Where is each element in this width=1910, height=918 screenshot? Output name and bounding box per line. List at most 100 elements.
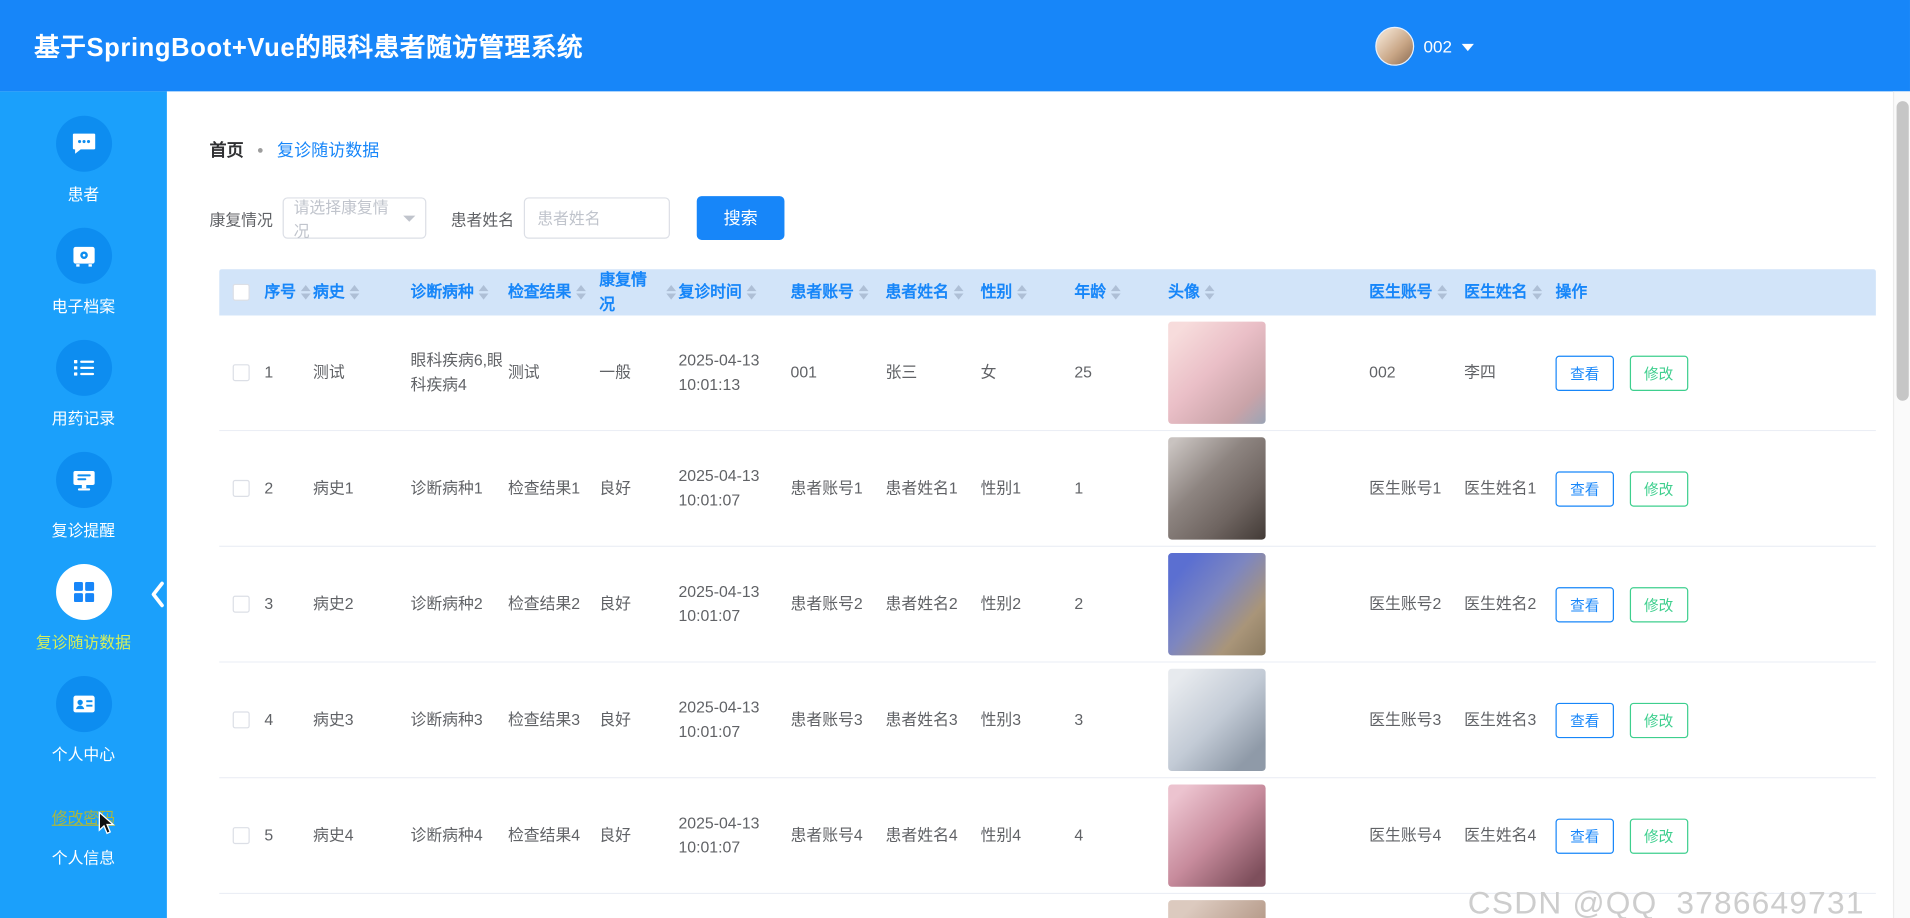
cell-recovery: 良好 <box>597 592 676 617</box>
sort-icon[interactable] <box>747 285 757 300</box>
cell-doctor-name: 医生姓名3 <box>1462 708 1553 733</box>
row-checkbox[interactable] <box>232 364 249 381</box>
col-age[interactable]: 年龄 <box>1072 280 1166 305</box>
col-result[interactable]: 检查结果 <box>506 280 597 305</box>
user-menu[interactable]: 002 <box>1375 26 1474 65</box>
sidebar-item-followup-data[interactable]: 复诊随访数据 <box>0 564 167 653</box>
cell-doctor-name: 医生姓名1 <box>1462 476 1553 501</box>
col-gender[interactable]: 性别 <box>978 280 1072 305</box>
breadcrumb-separator: ● <box>257 144 264 156</box>
user-avatar[interactable] <box>1375 26 1414 65</box>
col-avatar[interactable]: 头像 <box>1166 280 1367 305</box>
sort-icon[interactable] <box>1437 285 1447 300</box>
col-disease[interactable]: 诊断病种 <box>408 280 505 305</box>
row-checkbox[interactable] <box>232 480 249 497</box>
sidebar-item-medication[interactable]: 用药记录 <box>0 340 167 429</box>
patient-avatar <box>1168 669 1265 771</box>
patient-name-input[interactable] <box>524 197 670 238</box>
table-row: 3 病史2 诊断病种2 检查结果2 良好 2025-04-13 10:01:07… <box>219 547 1876 663</box>
view-button[interactable]: 查看 <box>1556 471 1614 506</box>
search-button[interactable]: 搜索 <box>697 196 785 240</box>
cell-patient-account: 患者账号3 <box>788 708 883 733</box>
cell-doctor-account: 医生账号2 <box>1367 592 1462 617</box>
chat-icon <box>55 116 111 172</box>
cell-seq: 1 <box>262 360 311 385</box>
cell-time: 2025-04-13 10:01:07 <box>676 464 788 513</box>
sort-icon[interactable] <box>350 285 360 300</box>
col-history[interactable]: 病史 <box>311 280 408 305</box>
col-patient-name[interactable]: 患者姓名 <box>883 280 978 305</box>
app-title: 基于SpringBoot+Vue的眼科患者随访管理系统 <box>34 27 583 64</box>
edit-button[interactable]: 修改 <box>1629 702 1687 737</box>
cell-doctor-name: 李四 <box>1462 360 1553 385</box>
col-recovery[interactable]: 康复情况 <box>597 268 676 317</box>
edit-button[interactable]: 修改 <box>1629 355 1687 390</box>
row-checkbox[interactable] <box>232 596 249 613</box>
cell-time: 2025-04-13 10:01:07 <box>676 811 788 860</box>
view-button[interactable]: 查看 <box>1556 355 1614 390</box>
edit-button[interactable]: 修改 <box>1629 818 1687 853</box>
sort-icon[interactable] <box>859 285 869 300</box>
breadcrumb-current[interactable]: 复诊随访数据 <box>277 138 379 162</box>
list-icon <box>55 340 111 396</box>
sort-icon[interactable] <box>954 285 964 300</box>
cell-age: 2 <box>1072 592 1166 617</box>
sidebar-item-earchive[interactable]: 电子档案 <box>0 228 167 317</box>
cell-recovery: 一般 <box>597 360 676 385</box>
sort-icon[interactable] <box>1111 285 1121 300</box>
sort-icon[interactable] <box>1532 285 1542 300</box>
patient-avatar <box>1168 322 1265 424</box>
sort-icon[interactable] <box>666 285 676 300</box>
cell-disease: 诊断病种3 <box>408 708 505 733</box>
sidebar-item-label: 复诊随访数据 <box>36 630 131 653</box>
cell-result: 检查结果3 <box>506 708 597 733</box>
select-all-checkbox[interactable] <box>232 284 249 301</box>
cell-disease: 诊断病种1 <box>408 476 505 501</box>
view-button[interactable]: 查看 <box>1556 587 1614 622</box>
cell-history: 病史3 <box>311 708 408 733</box>
cell-patient-account: 001 <box>788 360 883 385</box>
cell-history: 病史2 <box>311 592 408 617</box>
sidebar-item-reminder[interactable]: 复诊提醒 <box>0 452 167 541</box>
monitor-icon <box>55 452 111 508</box>
cell-gender: 性别4 <box>978 823 1072 848</box>
col-doctor-name[interactable]: 医生姓名 <box>1462 280 1553 305</box>
view-button[interactable]: 查看 <box>1556 702 1614 737</box>
edit-button[interactable]: 修改 <box>1629 587 1687 622</box>
sort-icon[interactable] <box>576 285 586 300</box>
row-checkbox[interactable] <box>232 827 249 844</box>
col-seq[interactable]: 序号 <box>262 280 311 305</box>
cell-gender: 性别1 <box>978 476 1072 501</box>
cell-recovery: 良好 <box>597 823 676 848</box>
col-time[interactable]: 复诊时间 <box>676 280 788 305</box>
edit-button[interactable]: 修改 <box>1629 471 1687 506</box>
sidebar-item-patient[interactable]: 患者 <box>0 116 167 205</box>
recovery-select-placeholder: 请选择康复情况 <box>294 195 404 241</box>
recovery-select[interactable]: 请选择康复情况 <box>283 197 427 238</box>
sidebar-item-label: 用药记录 <box>52 406 115 429</box>
sidebar: 患者 电子档案 用药记录 复诊提醒 复诊随访数据 <box>0 91 167 918</box>
cell-history: 病史1 <box>311 476 408 501</box>
main-content: 首页 ● 复诊随访数据 康复情况 请选择康复情况 患者姓名 搜索 序号 病史 诊… <box>167 91 1893 918</box>
sidebar-item-personal-center[interactable]: 个人中心 <box>0 676 167 765</box>
cell-disease: 诊断病种4 <box>408 823 505 848</box>
col-doctor-account[interactable]: 医生账号 <box>1367 280 1462 305</box>
sidebar-link-personal-info[interactable]: 个人信息 <box>52 845 115 868</box>
sidebar-item-label: 患者 <box>68 181 100 204</box>
sort-icon[interactable] <box>301 285 311 300</box>
sort-icon[interactable] <box>1017 285 1027 300</box>
cell-age: 4 <box>1072 823 1166 848</box>
col-patient-account[interactable]: 患者账号 <box>788 280 883 305</box>
cell-doctor-account: 002 <box>1367 360 1462 385</box>
sort-icon[interactable] <box>479 285 489 300</box>
cell-patient-name: 患者姓名3 <box>883 708 978 733</box>
view-button[interactable]: 查看 <box>1556 818 1614 853</box>
row-checkbox[interactable] <box>232 711 249 728</box>
profile-icon <box>55 676 111 732</box>
breadcrumb-home[interactable]: 首页 <box>210 138 244 162</box>
cell-doctor-account: 医生账号1 <box>1367 476 1462 501</box>
cell-recovery: 良好 <box>597 476 676 501</box>
sort-icon[interactable] <box>1205 285 1215 300</box>
scrollbar-thumb[interactable] <box>1897 101 1909 401</box>
cell-patient-account: 患者账号4 <box>788 823 883 848</box>
